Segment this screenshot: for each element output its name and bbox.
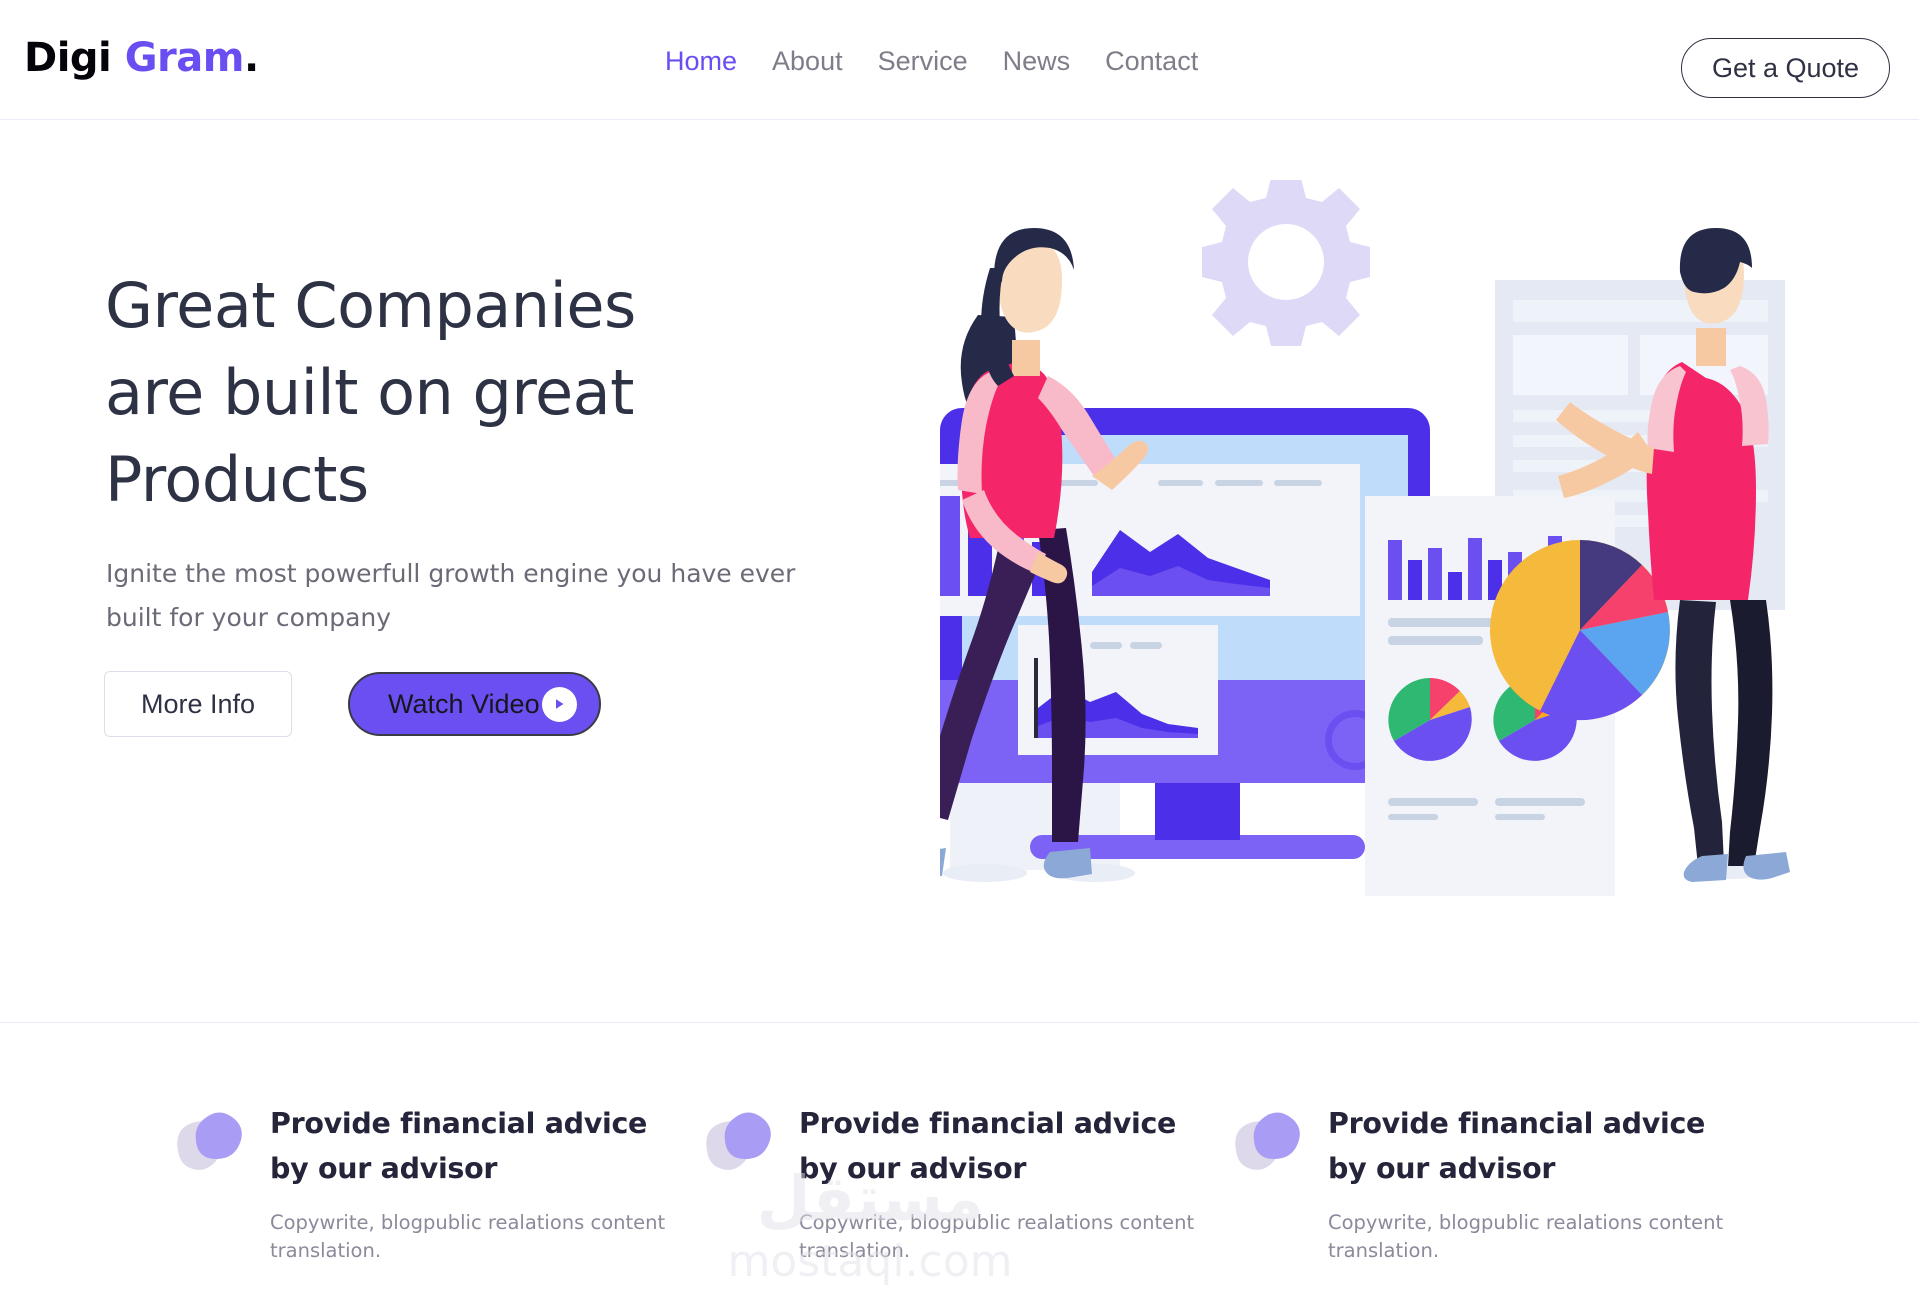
- brand-word-2: Gram: [124, 35, 245, 81]
- feature-text: Provide financial advice by our advisor …: [799, 1097, 1234, 1265]
- brand-logo[interactable]: Digi Gram.: [24, 38, 259, 78]
- nav-item-news[interactable]: News: [1003, 48, 1071, 75]
- more-info-button[interactable]: More Info: [104, 671, 292, 737]
- feature-title: Provide financial advice by our advisor: [799, 1107, 1177, 1185]
- nav-item-home[interactable]: Home: [665, 48, 737, 75]
- watch-video-button[interactable]: Watch Video: [348, 672, 601, 736]
- nav-item-about[interactable]: About: [772, 48, 843, 75]
- feature-description: Copywrite, blogpublic realations content…: [799, 1211, 1195, 1262]
- feature-text: Provide financial advice by our advisor …: [1328, 1097, 1763, 1265]
- hero-subtitle: Ignite the most powerfull growth engine …: [106, 559, 796, 632]
- feature-title: Provide financial advice by our advisor: [270, 1107, 648, 1185]
- feature-row: Provide financial advice by our advisor …: [0, 1023, 1919, 1265]
- feature-description: Copywrite, blogpublic realations content…: [1328, 1211, 1724, 1262]
- hero-section: Great Companies are built on great Produ…: [0, 120, 1919, 1023]
- blob-icon: [699, 1101, 777, 1179]
- brand-word-1: Digi: [24, 35, 112, 81]
- hero-title-line-1: Great Companies: [105, 268, 636, 342]
- feature-card-3: Provide financial advice by our advisor …: [1234, 1023, 1763, 1265]
- watch-video-label: Watch Video: [388, 688, 540, 719]
- blob-icon: [170, 1101, 248, 1179]
- feature-card-2: Provide financial advice by our advisor …: [705, 1023, 1234, 1265]
- nav-item-service[interactable]: Service: [878, 48, 968, 75]
- dashboard-card-bottom: [1018, 625, 1218, 755]
- blob-icon: [1228, 1101, 1306, 1179]
- pie-chart-large: [1490, 540, 1670, 721]
- nav-item-contact[interactable]: Contact: [1105, 48, 1198, 75]
- gear-small-icon: [1202, 180, 1370, 346]
- play-icon: [541, 686, 577, 722]
- feature-text: Provide financial advice by our advisor …: [270, 1097, 705, 1265]
- feature-description: Copywrite, blogpublic realations content…: [270, 1211, 666, 1262]
- site-header: Digi Gram. Home About Service News Conta…: [0, 0, 1919, 120]
- hero-actions: More Info Watch Video: [104, 671, 601, 737]
- brand-dot: .: [243, 35, 259, 81]
- hero-title-line-2: are built on great: [105, 355, 634, 429]
- features-section: Provide financial advice by our advisor …: [0, 1023, 1919, 1299]
- main-navigation: Home About Service News Contact: [665, 48, 1198, 75]
- hero-title-line-3: Products: [105, 442, 369, 516]
- feature-card-1: Provide financial advice by our advisor …: [176, 1023, 705, 1265]
- get-a-quote-button[interactable]: Get a Quote: [1681, 38, 1890, 98]
- feature-title: Provide financial advice by our advisor: [1328, 1107, 1706, 1185]
- pie-chart-small-1: [1388, 678, 1472, 761]
- data-analytics-illustration: [940, 180, 1840, 980]
- page-title: Great Companies are built on great Produ…: [105, 262, 805, 523]
